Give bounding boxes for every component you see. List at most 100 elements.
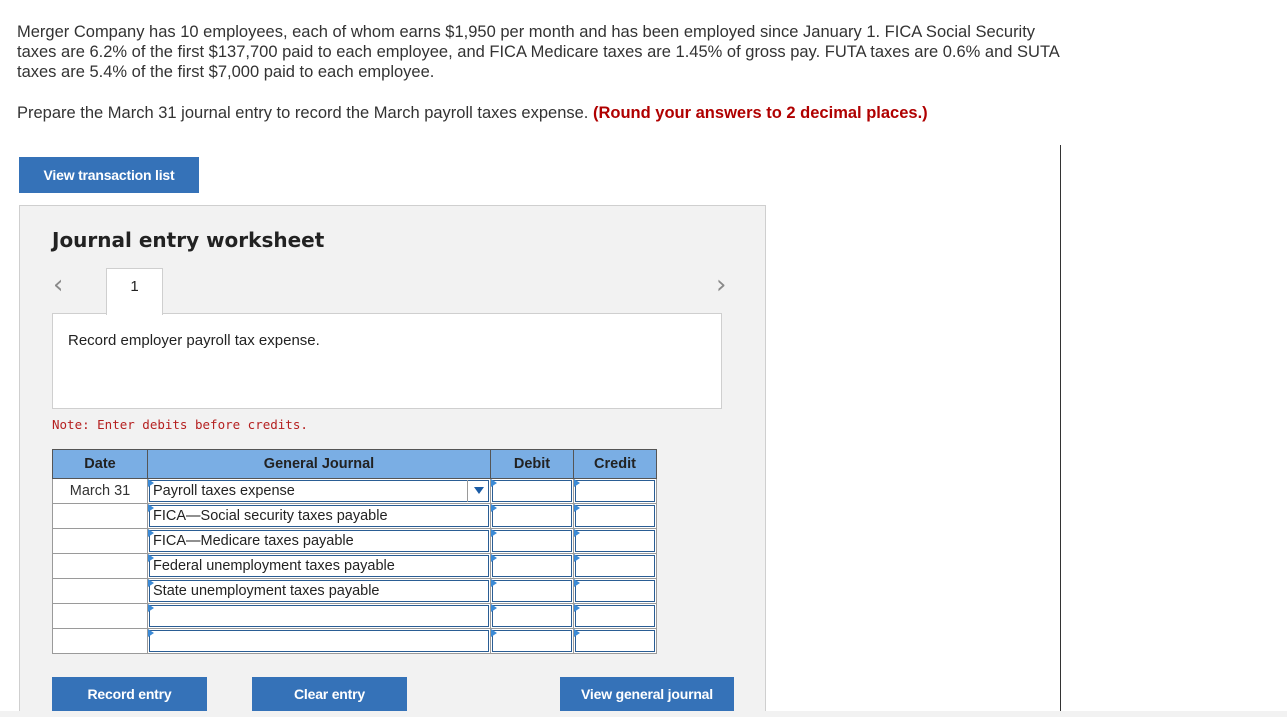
input-marker-icon [574, 629, 580, 637]
input-marker-icon [574, 479, 580, 487]
debit-input[interactable] [492, 530, 572, 552]
debit-cell[interactable] [490, 503, 574, 529]
table-row: Federal unemployment taxes payable [52, 553, 657, 579]
date-cell [52, 528, 148, 554]
credit-input[interactable] [575, 630, 655, 652]
credit-cell[interactable] [573, 603, 657, 629]
input-marker-icon [491, 504, 497, 512]
account-input[interactable]: FICA—Medicare taxes payable [149, 530, 489, 552]
page: Merger Company has 10 employees, each of… [0, 0, 1287, 725]
date-cell [52, 578, 148, 604]
account-cell[interactable]: FICA—Medicare taxes payable [147, 528, 491, 554]
instruction: Prepare the March 31 journal entry to re… [17, 103, 928, 123]
input-marker-icon [574, 504, 580, 512]
credit-input[interactable] [575, 605, 655, 627]
record-entry-button[interactable]: Record entry [52, 677, 207, 711]
credit-cell[interactable] [573, 503, 657, 529]
debit-input[interactable] [492, 580, 572, 602]
table-row: State unemployment taxes payable [52, 578, 657, 604]
input-marker-icon [148, 479, 154, 487]
instruction-text: Prepare the March 31 journal entry to re… [17, 104, 589, 122]
debit-cell[interactable] [490, 603, 574, 629]
account-cell[interactable]: Payroll taxes expense [147, 478, 491, 504]
date-cell [52, 603, 148, 629]
account-cell[interactable] [147, 628, 491, 654]
table-row: FICA—Medicare taxes payable [52, 528, 657, 554]
account-dropdown[interactable]: Payroll taxes expense [149, 480, 489, 502]
header-debit: Debit [490, 449, 574, 479]
header-credit: Credit [573, 449, 657, 479]
input-marker-icon [491, 529, 497, 537]
credit-input[interactable] [575, 530, 655, 552]
date-cell: March 31 [52, 478, 148, 504]
input-marker-icon [491, 479, 497, 487]
journal-table: Date General Journal Debit Credit March … [52, 449, 657, 654]
debit-input[interactable] [492, 505, 572, 527]
account-input[interactable] [149, 605, 489, 627]
account-cell[interactable] [147, 603, 491, 629]
table-header-row: Date General Journal Debit Credit [52, 449, 657, 479]
debit-input[interactable] [492, 480, 572, 502]
table-row [52, 603, 657, 629]
input-marker-icon [148, 504, 154, 512]
debit-cell[interactable] [490, 553, 574, 579]
input-marker-icon [148, 554, 154, 562]
credit-cell[interactable] [573, 628, 657, 654]
debit-input[interactable] [492, 555, 572, 577]
dropdown-separator [467, 480, 468, 502]
clear-entry-button[interactable]: Clear entry [252, 677, 407, 711]
note-text: Note: Enter debits before credits. [52, 417, 308, 432]
credit-cell[interactable] [573, 478, 657, 504]
account-input[interactable]: Federal unemployment taxes payable [149, 555, 489, 577]
debit-input[interactable] [492, 605, 572, 627]
view-general-journal-button[interactable]: View general journal [560, 677, 734, 711]
table-row [52, 628, 657, 654]
input-marker-icon [491, 629, 497, 637]
account-value: Payroll taxes expense [153, 483, 295, 499]
input-marker-icon [148, 629, 154, 637]
debit-cell[interactable] [490, 628, 574, 654]
account-cell[interactable]: State unemployment taxes payable [147, 578, 491, 604]
chevron-left-icon[interactable]: ‹ [53, 272, 63, 298]
input-marker-icon [574, 554, 580, 562]
debit-cell[interactable] [490, 478, 574, 504]
date-cell [52, 553, 148, 579]
account-input[interactable] [149, 630, 489, 652]
debit-input[interactable] [492, 630, 572, 652]
entry-description: Record employer payroll tax expense. [52, 313, 722, 409]
account-input[interactable]: State unemployment taxes payable [149, 580, 489, 602]
chevron-right-icon[interactable]: › [716, 272, 726, 298]
debit-cell[interactable] [490, 528, 574, 554]
account-cell[interactable]: FICA—Social security taxes payable [147, 503, 491, 529]
input-marker-icon [491, 604, 497, 612]
table-row: March 31 Payroll taxes expense [52, 478, 657, 504]
account-cell[interactable]: Federal unemployment taxes payable [147, 553, 491, 579]
input-marker-icon [574, 529, 580, 537]
table-row: FICA—Social security taxes payable [52, 503, 657, 529]
input-marker-icon [491, 554, 497, 562]
entry-description-text: Record employer payroll tax expense. [68, 332, 320, 349]
divider-line [1060, 145, 1061, 711]
credit-input[interactable] [575, 480, 655, 502]
credit-input[interactable] [575, 555, 655, 577]
problem-statement: Merger Company has 10 employees, each of… [17, 23, 1059, 81]
header-date: Date [52, 449, 148, 479]
credit-input[interactable] [575, 505, 655, 527]
credit-input[interactable] [575, 580, 655, 602]
input-marker-icon [491, 579, 497, 587]
tab-1[interactable]: 1 [106, 268, 163, 315]
input-marker-icon [148, 529, 154, 537]
credit-cell[interactable] [573, 578, 657, 604]
input-marker-icon [574, 579, 580, 587]
credit-cell[interactable] [573, 553, 657, 579]
credit-cell[interactable] [573, 528, 657, 554]
account-input[interactable]: FICA—Social security taxes payable [149, 505, 489, 527]
view-transaction-list-button[interactable]: View transaction list [19, 157, 199, 193]
debit-cell[interactable] [490, 578, 574, 604]
worksheet-title: Journal entry worksheet [52, 228, 325, 252]
input-marker-icon [574, 604, 580, 612]
date-cell [52, 628, 148, 654]
chevron-down-icon[interactable] [474, 487, 484, 494]
rounding-hint: (Round your answers to 2 decimal places.… [592, 104, 928, 122]
date-cell [52, 503, 148, 529]
